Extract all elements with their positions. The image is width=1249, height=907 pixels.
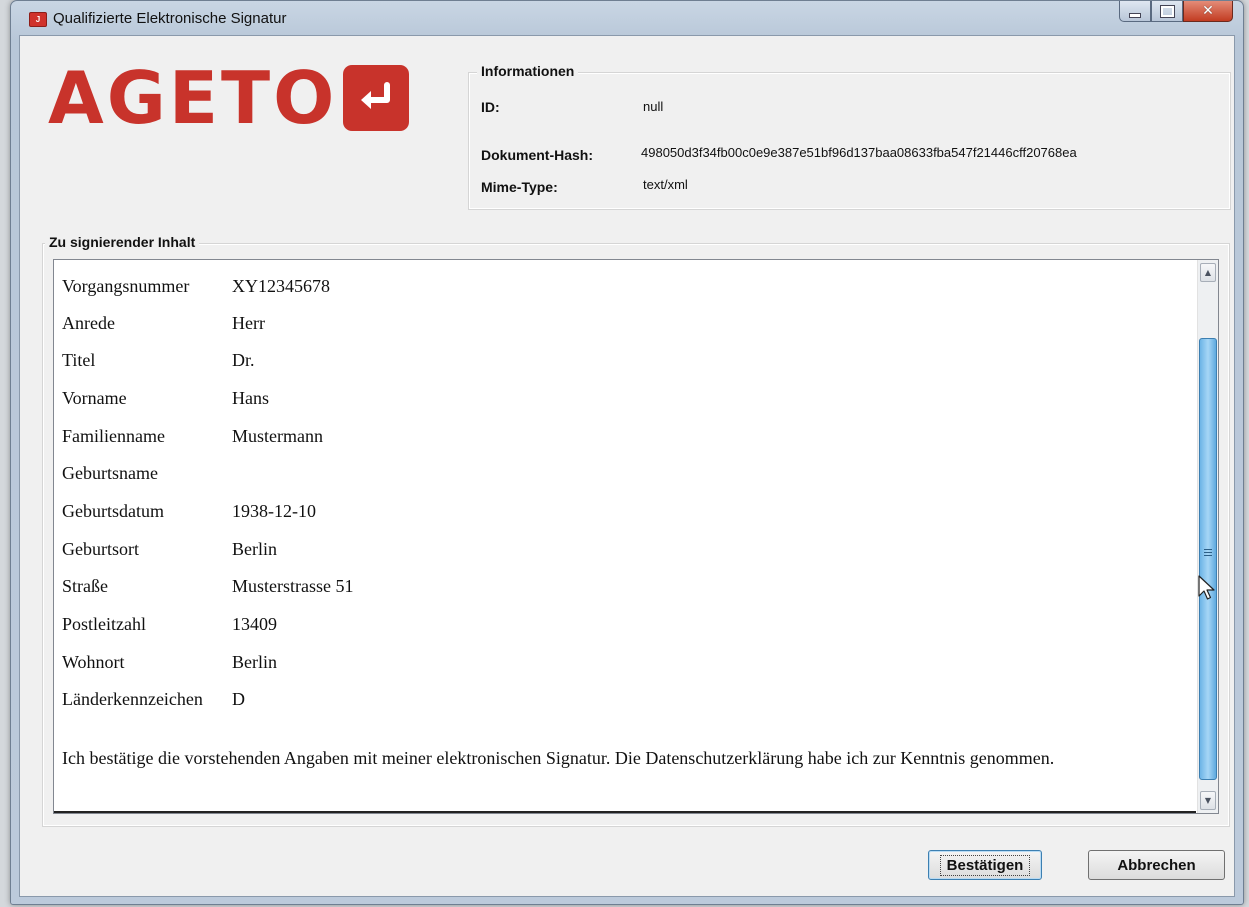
- enter-arrow-icon: [343, 65, 410, 131]
- scrollbar-thumb[interactable]: [1199, 338, 1217, 780]
- field-label: Geburtsort: [62, 539, 139, 559]
- field-value: Hans: [232, 388, 269, 408]
- title-bar[interactable]: J Qualifizierte Elektronische Signatur ✕: [11, 1, 1243, 35]
- content-divider: [54, 811, 1196, 813]
- cancel-button[interactable]: Abbrechen: [1088, 850, 1225, 880]
- field-value: Berlin: [232, 652, 277, 672]
- field-label: Wohnort: [62, 652, 125, 672]
- info-value: 498050d3f34fb00c0e9e387e51bf96d137baa086…: [641, 145, 1077, 160]
- field-label: Titel: [62, 350, 96, 370]
- field-label: Geburtsdatum: [62, 501, 164, 521]
- info-key: Dokument-Hash:: [481, 147, 594, 163]
- minimize-icon: [1129, 12, 1141, 18]
- field-value: Musterstrasse 51: [232, 576, 354, 596]
- clipped-line: ‾ ‾ ‾ ‾ ‾ ‾ ‾ ‾ ‾ ‾ ‾: [210, 260, 321, 269]
- content-group: Zu signierender Inhalt ‾ ‾ ‾ ‾ ‾ ‾ ‾ ‾ ‾…: [42, 234, 1230, 827]
- info-value: null: [643, 99, 664, 114]
- field-value: Mustermann: [232, 426, 323, 446]
- field-value: Dr.: [232, 350, 255, 370]
- field-value: Herr: [232, 313, 265, 333]
- dialog-body: AGETO Informationen ID: null Dokument-Ha…: [19, 35, 1235, 897]
- logo-text: AGETO: [48, 56, 338, 140]
- field-label: Länderkennzeichen: [62, 689, 203, 709]
- content-viewer[interactable]: ‾ ‾ ‾ ‾ ‾ ‾ ‾ ‾ ‾ ‾ ‾ Vorgangsnummer XY12…: [53, 259, 1219, 814]
- caret-up-icon: ▲: [1204, 268, 1212, 277]
- mouse-cursor-icon: [1198, 575, 1215, 600]
- window-title: Qualifizierte Elektronische Signatur: [53, 10, 287, 27]
- window-controls: ✕: [1119, 1, 1233, 23]
- minimize-button[interactable]: [1119, 1, 1151, 22]
- caret-down-icon: ▼: [1204, 796, 1212, 805]
- confirm-label: Bestätigen: [939, 854, 1031, 876]
- field-value: 1938-12-10: [232, 501, 316, 521]
- maximize-icon: [1159, 4, 1175, 18]
- info-key: ID:: [481, 99, 500, 115]
- close-button[interactable]: ✕: [1183, 1, 1233, 22]
- content-legend: Zu signierender Inhalt: [45, 234, 200, 250]
- grip-icon: [1204, 549, 1212, 557]
- java-app-icon: J: [29, 12, 47, 27]
- info-key: Mime-Type:: [481, 179, 558, 195]
- signature-dialog: J Qualifizierte Elektronische Signatur ✕…: [10, 0, 1244, 905]
- scroll-up-button[interactable]: ▲: [1200, 263, 1216, 282]
- confirm-button[interactable]: Bestätigen: [928, 850, 1042, 880]
- ageto-logo: AGETO: [48, 56, 410, 140]
- field-label: Geburtsname: [62, 463, 158, 483]
- field-label: Postleitzahl: [62, 614, 146, 634]
- field-label: Straße: [62, 576, 108, 596]
- content-text: ‾ ‾ ‾ ‾ ‾ ‾ ‾ ‾ ‾ ‾ ‾ Vorgangsnummer XY12…: [54, 260, 1196, 813]
- scroll-down-button[interactable]: ▼: [1200, 791, 1216, 810]
- field-value: Berlin: [232, 539, 277, 559]
- field-label: Vorname: [62, 388, 127, 408]
- confirmation-text: Ich bestätige die vorstehenden Angaben m…: [62, 748, 1055, 768]
- info-group: Informationen ID: null Dokument-Hash: 49…: [468, 63, 1231, 210]
- field-label: Vorgangsnummer: [62, 276, 190, 296]
- field-value: D: [232, 689, 245, 709]
- field-label: Familienname: [62, 426, 165, 446]
- maximize-button[interactable]: [1151, 1, 1183, 22]
- close-icon: ✕: [1202, 3, 1214, 19]
- field-value: 13409: [232, 614, 277, 634]
- info-value: text/xml: [643, 177, 688, 192]
- info-legend: Informationen: [477, 63, 579, 79]
- field-label: Anrede: [62, 313, 115, 333]
- vertical-scrollbar[interactable]: ▲ ▼: [1197, 260, 1218, 813]
- field-value: XY12345678: [232, 276, 330, 296]
